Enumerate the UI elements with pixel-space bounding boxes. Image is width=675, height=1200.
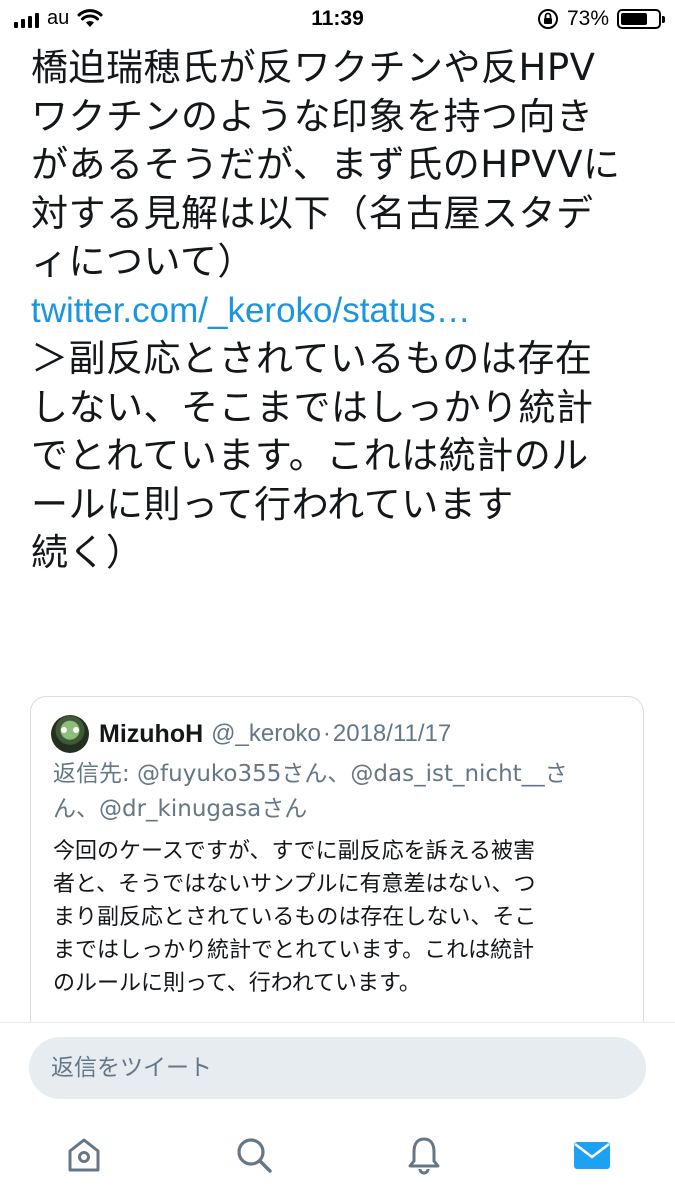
quoted-text-line: 者と、そうではないサンプルに有意差はない、つ: [53, 872, 536, 897]
tweet-text-line: があるそうだが、まず氏のHPVVに: [31, 143, 621, 186]
status-bar: au 11:39 73%: [0, 0, 675, 38]
tweet-text-line: 対する見解は以下（名古屋スタデ: [31, 191, 594, 235]
status-right: 73%: [537, 7, 665, 31]
quoted-date: 2018/11/17: [332, 720, 452, 747]
notifications-icon: [408, 1137, 440, 1175]
tab-messages[interactable]: [568, 1131, 616, 1179]
quoted-text-line: まではしっかり統計でとれています。これは統計: [53, 938, 535, 963]
quoted-text-line: 今回のケースですが、すでに副反応を訴える被害: [53, 839, 536, 864]
quoted-separator: ·: [322, 720, 331, 747]
quoted-text-line: のルールに則って、行われています。: [53, 971, 421, 996]
orientation-lock-icon: [537, 9, 558, 29]
quoted-author-handle: @_keroko: [211, 720, 321, 747]
quoted-tweet-text: 今回のケースですが、すでに副反応を訴える被害 者と、そうではないサンプルに有意差…: [53, 835, 633, 1000]
quoted-tweet-header: MizuhoH @_keroko · 2018/11/17: [51, 715, 451, 753]
tweet-text-line: しない、そこまではしっかり統計: [31, 385, 594, 429]
search-icon: [237, 1138, 272, 1173]
tweet-text-line: でとれています。これは統計のル: [31, 434, 589, 477]
tweet-text-line: ワクチンのような印象を持つ向き: [31, 94, 594, 138]
replying-to-line: ん、@dr_kinugasaさん: [53, 796, 308, 822]
avatar[interactable]: [51, 715, 89, 753]
quoted-tweet-card[interactable]: MizuhoH @_keroko · 2018/11/17 返信先: @fuyu…: [30, 696, 644, 1036]
tweet-text-line: ＞副反応とされているものは存在: [31, 337, 593, 380]
reply-bar: [0, 1022, 675, 1118]
quoted-author-name: MizuhoH: [99, 719, 204, 748]
tab-search[interactable]: [230, 1131, 278, 1179]
battery-percent: 73%: [566, 7, 609, 30]
tweet-text-line: ールに則って行われています: [31, 482, 514, 526]
tab-notifications[interactable]: [400, 1131, 448, 1179]
tweet-body: 橋迫瑞穂氏が反ワクチンや反HPV ワクチンのような印象を持つ向き があるそうだが…: [31, 44, 646, 578]
replying-to-line: 返信先: @fuyuko355さん、@das_ist_nicht__さ: [53, 761, 568, 787]
messages-icon: [574, 1142, 610, 1169]
home-icon: [68, 1138, 100, 1172]
tweet-text-line: ィについて）: [31, 240, 255, 283]
replying-to: 返信先: @fuyuko355さん、@das_ist_nicht__さ ん、@d…: [53, 757, 633, 827]
tweet-text-line: 続く）: [31, 531, 144, 574]
reply-input[interactable]: [29, 1037, 646, 1099]
tweet-text-line: 橋迫瑞穂氏が反ワクチンや反HPV: [31, 46, 596, 89]
tab-home[interactable]: [60, 1131, 108, 1179]
quoted-text-line: まり副反応とされているものは存在しない、そこ: [53, 905, 537, 930]
battery-icon: [617, 9, 665, 29]
tab-bar: [0, 1117, 675, 1200]
tweet-link[interactable]: twitter.com/_keroko/status…: [31, 287, 646, 336]
